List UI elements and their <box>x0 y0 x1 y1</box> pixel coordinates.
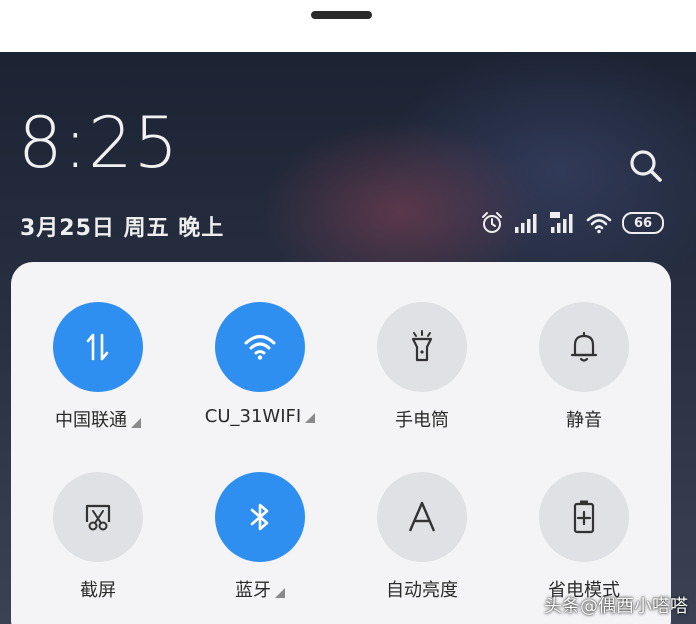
wifi-toggle[interactable] <box>215 302 305 392</box>
wifi-icon <box>244 335 276 360</box>
watermark-text: 头条@偶酉小嗒嗒 <box>544 596 688 617</box>
tile-silent-label: 静音 <box>566 410 602 431</box>
screenshot-icon <box>85 504 111 531</box>
quick-settings-panel: 中国联通 CU_31WIFI 手电筒 静音 截屏 蓝牙 自动亮度 省电模式 <box>11 262 671 624</box>
tile-auto-brightness[interactable]: 自动亮度 <box>347 472 497 602</box>
auto-brightness-toggle[interactable] <box>377 472 467 562</box>
tile-silent[interactable]: 静音 <box>509 302 659 432</box>
drag-handle[interactable] <box>311 11 372 19</box>
battery-saver-toggle[interactable] <box>539 472 629 562</box>
battery-icon: 66 <box>622 212 664 234</box>
tile-screenshot[interactable]: 截屏 <box>23 472 173 602</box>
tile-bluetooth-label: 蓝牙 <box>235 580 271 601</box>
flashlight-toggle[interactable] <box>377 302 467 392</box>
screenshot-toggle[interactable] <box>53 472 143 562</box>
mobile-data-icon <box>86 333 109 361</box>
top-bar <box>0 0 696 52</box>
wifi-icon <box>586 212 612 234</box>
expand-arrow-icon[interactable] <box>131 418 141 428</box>
tile-wifi[interactable]: CU_31WIFI <box>185 302 335 427</box>
date-label: 3月25日 周五 晚上 <box>20 216 225 241</box>
tile-battery-saver[interactable]: 省电模式 <box>509 472 659 602</box>
search-button[interactable] <box>626 146 666 186</box>
flashlight-icon <box>411 330 433 362</box>
tile-mobile-data-label: 中国联通 <box>55 410 127 431</box>
bluetooth-toggle[interactable] <box>215 472 305 562</box>
tile-flashlight[interactable]: 手电筒 <box>347 302 497 432</box>
auto-brightness-icon <box>408 501 436 532</box>
tile-screenshot-label: 截屏 <box>80 580 116 601</box>
battery-saver-icon <box>573 500 595 534</box>
tile-auto-brightness-label: 自动亮度 <box>386 580 458 601</box>
clock-time: 8:25 <box>18 102 180 184</box>
search-icon <box>630 150 662 182</box>
status-icons: 66 <box>480 208 664 238</box>
expand-arrow-icon[interactable] <box>305 413 316 423</box>
tile-bluetooth[interactable]: 蓝牙 <box>185 472 335 602</box>
tile-mobile-data[interactable]: 中国联通 <box>23 302 173 432</box>
bluetooth-icon <box>250 503 269 531</box>
tile-wifi-label: CU_31WIFI <box>204 406 302 427</box>
signal-icon <box>514 212 540 234</box>
mobile-data-toggle[interactable] <box>53 302 143 392</box>
expand-arrow-icon[interactable] <box>275 588 285 598</box>
bell-icon <box>570 331 598 362</box>
alarm-icon <box>480 211 504 235</box>
tile-flashlight-label: 手电筒 <box>395 410 449 431</box>
screen: 8:25 3月25日 周五 晚上 66 中国联通 CU_31WIFI 手电筒 静… <box>0 0 696 624</box>
silent-toggle[interactable] <box>539 302 629 392</box>
signal-5g-icon <box>550 212 576 234</box>
